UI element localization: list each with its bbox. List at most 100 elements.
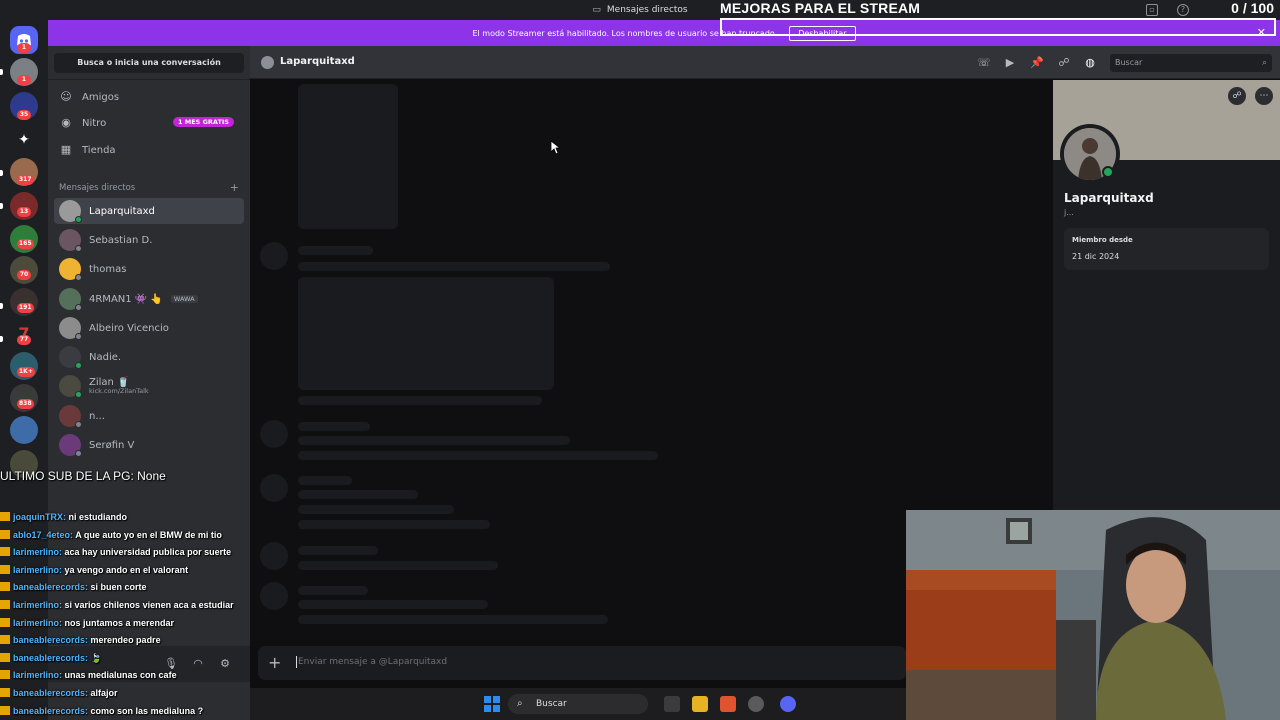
dm-item-laparquitaxd[interactable]: Laparquitaxd <box>54 198 244 224</box>
dm-item[interactable]: Sebastian D. <box>54 227 244 253</box>
server-icon[interactable] <box>10 416 38 444</box>
loading-skeleton <box>298 505 454 514</box>
online-status-icon <box>75 391 82 398</box>
search-placeholder: Buscar <box>1115 58 1143 67</box>
dm-text: Zilan 🥤 kick.com/ZilanTalk <box>89 377 149 395</box>
server-badge: 70 <box>17 270 31 280</box>
taskbar-search[interactable]: ⌕ Buscar <box>508 694 648 714</box>
task-view-icon[interactable] <box>664 696 680 712</box>
crown-badge-icon <box>0 547 10 557</box>
stream-chat-line: ablo17_4eteo: A que auto yo en el BMW de… <box>0 529 280 546</box>
ai-server-icon[interactable]: ✦ <box>10 126 38 154</box>
more-options-icon[interactable]: ⋯ <box>1255 87 1273 105</box>
server-badge: 165 <box>17 239 34 249</box>
windows-start-icon[interactable] <box>484 696 500 712</box>
inbox-tray-icon[interactable]: ▫ <box>1146 4 1158 16</box>
file-explorer-icon[interactable] <box>692 696 708 712</box>
crown-badge-icon <box>0 688 10 697</box>
video-call-icon[interactable]: ▶ <box>1003 56 1017 70</box>
server-badge: 35 <box>17 110 31 120</box>
crown-badge-icon <box>0 652 10 662</box>
stream-chat-line: larimerlino: nos juntamos a merendar <box>0 617 280 634</box>
message-composer[interactable]: + Enviar mensaje a @Laparquitaxd <box>258 646 906 680</box>
search-icon: ⌕ <box>517 698 523 709</box>
crown-badge-icon <box>0 635 10 645</box>
nav-nitro[interactable]: ◉ Nitro 1 MES GRATIS <box>60 112 244 134</box>
chat-message: nos juntamos a merendar <box>64 617 175 628</box>
avatar <box>59 258 82 281</box>
avatar <box>59 375 82 398</box>
title-bar: ▭ Mensajes directos <box>0 0 1280 20</box>
loading-skeleton <box>298 586 368 595</box>
title-center: ▭ Mensajes directos <box>592 5 687 15</box>
avatar <box>59 434 82 457</box>
add-friend-icon[interactable]: ☍ <box>1228 87 1246 105</box>
discord-taskbar-icon[interactable] <box>780 696 796 712</box>
chat-message: si buen corte <box>90 582 147 593</box>
add-friends-icon[interactable]: ☍ <box>1057 56 1071 70</box>
loading-skeleton <box>298 600 488 609</box>
dm-section-header: Mensajes directos + <box>59 182 239 193</box>
taskbar-search-label: Buscar <box>536 699 567 709</box>
online-status-icon <box>1102 166 1114 178</box>
search-input[interactable]: Buscar ⌕ <box>1110 54 1272 72</box>
crown-badge-icon <box>0 600 10 609</box>
channel-name: Laparquitaxd <box>280 56 355 67</box>
server-badge: 1 <box>17 43 31 53</box>
server-badge: 1 <box>17 75 31 85</box>
unread-pip <box>0 336 3 342</box>
banner-text: El modo Streamer está habilitado. Los no… <box>472 28 778 38</box>
server-badge: 838 <box>17 399 34 409</box>
avatar <box>59 346 82 369</box>
create-dm-icon[interactable]: + <box>230 182 239 193</box>
chat-username: baneablerecords: <box>13 582 89 593</box>
profile-name: Laparquitaxd <box>1064 191 1154 205</box>
disable-streamer-button[interactable]: Deshabilitar <box>789 25 856 41</box>
chat-message: ni estudiando <box>68 512 128 522</box>
user-profile-icon[interactable]: ◍ <box>1083 56 1097 70</box>
stream-chat-line: baneablerecords: 🍃 <box>0 652 280 669</box>
stream-chat-line: baneablerecords: merendeo padre <box>0 635 280 651</box>
help-icon[interactable]: ? <box>1177 4 1189 16</box>
chat-message: 🍃 <box>90 652 102 663</box>
chat-username: baneablerecords: <box>13 652 89 663</box>
loading-skeleton-avatar <box>260 420 288 448</box>
voice-call-icon[interactable]: ☏ <box>977 56 991 70</box>
dm-item[interactable]: Nadie. <box>54 344 244 370</box>
unread-pip <box>0 303 3 309</box>
chat-username: larimerlino: <box>13 600 63 610</box>
message-input[interactable]: Enviar mensaje a @Laparquitaxd <box>298 657 447 667</box>
nav-friends[interactable]: ☺ Amigos <box>60 86 244 108</box>
avatar <box>59 288 82 311</box>
chat-username: larimerlino: <box>13 617 63 628</box>
crown-badge-icon <box>0 512 10 521</box>
window-title: Mensajes directos <box>606 5 688 15</box>
chat-username: baneablerecords: <box>13 635 89 646</box>
nav-shop[interactable]: ▦ Tienda <box>60 139 244 161</box>
stream-chat-line: baneablerecords: si buen corte <box>0 582 280 598</box>
close-icon[interactable]: ✕ <box>1257 26 1266 39</box>
last-sub-overlay: ULTIMO SUB DE LA PG: None <box>0 469 166 483</box>
dm-item[interactable]: 4RMAN1 👾 👆 WAWA <box>54 286 244 312</box>
chat-message: si varios chilenos vienen aca a estudiar <box>64 600 234 610</box>
dm-item[interactable]: Albeiro Vicencio <box>54 315 244 341</box>
mouse-cursor-icon <box>550 140 562 159</box>
avatar <box>59 229 82 252</box>
dm-name: n... <box>89 410 105 422</box>
streamer-mode-banner: El modo Streamer está habilitado. Los no… <box>48 20 1280 46</box>
shop-icon: ▦ <box>60 143 72 156</box>
dm-item[interactable]: n... <box>54 403 244 429</box>
loading-skeleton <box>298 561 498 570</box>
crown-badge-icon <box>0 582 10 592</box>
dm-item[interactable]: thomas <box>54 256 244 282</box>
brave-browser-icon[interactable] <box>720 696 736 712</box>
unread-pip <box>0 170 3 176</box>
find-conversation-button[interactable]: Busca o inicia una conversación <box>54 53 244 73</box>
obs-icon[interactable] <box>748 696 764 712</box>
loading-skeleton <box>298 246 373 255</box>
crown-badge-icon <box>0 705 10 715</box>
dm-item[interactable]: Zilan 🥤 kick.com/ZilanTalk <box>54 373 244 399</box>
pin-icon[interactable]: 📌 <box>1030 56 1044 70</box>
crown-badge-icon <box>0 617 10 627</box>
dm-item[interactable]: Serøfin V <box>54 432 244 458</box>
